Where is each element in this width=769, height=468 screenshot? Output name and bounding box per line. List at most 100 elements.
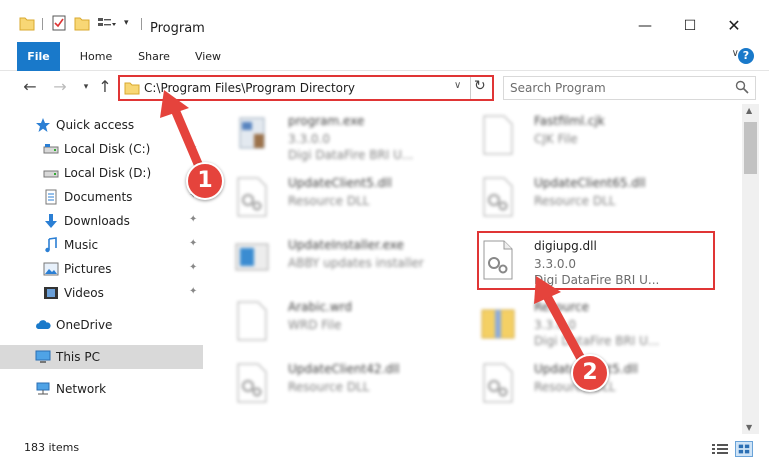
new-folder-icon[interactable] — [74, 14, 90, 32]
sidebar-item-local-disk-c[interactable]: Local Disk (C:) ✦ — [0, 137, 203, 161]
sidebar-item-documents[interactable]: Documents ✦ — [0, 185, 203, 209]
pin-icon[interactable]: ✦ — [189, 262, 197, 273]
sidebar-item-pictures[interactable]: Pictures ✦ — [0, 257, 203, 281]
file-item[interactable]: program.exe 3.3.0.0 Digi DataFire BRI U.… — [232, 106, 462, 164]
dll-icon — [237, 363, 267, 403]
file-name: Fastfilml.cjk — [534, 114, 605, 128]
minimize-button[interactable]: — — [635, 16, 655, 36]
file-name: UpdateClient65.dll — [534, 176, 646, 190]
scroll-up-icon[interactable]: ▲ — [746, 106, 752, 115]
refresh-icon[interactable]: ↻ — [474, 78, 486, 94]
cloud-icon — [36, 320, 51, 329]
sidebar-item-label: Downloads — [64, 214, 130, 228]
title-bar: ▾ Program — ☐ ✕ — [0, 0, 769, 40]
installer-icon — [235, 243, 269, 271]
file-item[interactable]: UpdateClient5.dll Resource DLL — [232, 168, 462, 226]
sidebar-item-label: Quick access — [56, 118, 135, 132]
recent-locations-icon[interactable]: ▾ — [76, 77, 96, 97]
address-bar[interactable]: C:\Program Files\Program Directory ∨ ↻ — [118, 75, 494, 101]
archive-icon — [481, 309, 515, 339]
folder-icon — [124, 82, 140, 95]
sidebar-item-label: Music — [64, 238, 99, 252]
file-item[interactable]: UpdateClient65.dll Resource DLL — [478, 168, 708, 226]
pin-icon[interactable]: ✦ — [189, 238, 197, 249]
file-item[interactable]: Fastfilml.cjk CJK File — [478, 106, 708, 164]
window-title: Program — [150, 21, 205, 36]
sidebar-item-videos[interactable]: Videos ✦ — [0, 281, 203, 305]
file-name: Resource — [534, 300, 590, 314]
file-item[interactable]: UpdateClient42.dll Resource DLL — [232, 354, 462, 412]
up-button[interactable]: ↑ — [95, 77, 115, 97]
address-path[interactable]: C:\Program Files\Program Directory — [144, 81, 355, 95]
step-badge-1: 1 — [186, 162, 224, 200]
file-detail: WRD File — [288, 318, 342, 332]
folder-icon[interactable] — [19, 14, 35, 32]
file-name: Arabic.wrd — [288, 300, 353, 314]
file-item[interactable]: Arabic.wrd WRD File — [232, 292, 462, 350]
file-detail: Resource DLL — [288, 194, 370, 208]
details-view-icon[interactable] — [711, 442, 729, 456]
address-dropdown-icon[interactable]: ∨ — [454, 80, 461, 91]
highlight-box — [477, 231, 715, 290]
forward-button[interactable]: → — [50, 77, 70, 97]
quick-access-dropdown-icon[interactable]: ▾ — [124, 18, 134, 36]
computer-icon — [35, 350, 51, 363]
tab-view[interactable]: View — [188, 42, 228, 71]
item-count: 183 items — [24, 441, 80, 454]
file-detail: CJK File — [534, 132, 578, 146]
file-detail: Resource DLL — [288, 380, 370, 394]
scroll-down-icon[interactable]: ▼ — [746, 423, 752, 432]
file-detail: Resource DLL — [534, 194, 616, 208]
sidebar-item-label: Videos — [64, 286, 104, 300]
music-icon — [45, 237, 57, 253]
dll-icon — [483, 177, 513, 217]
maximize-button[interactable]: ☐ — [680, 16, 700, 36]
drive-icon — [43, 170, 59, 178]
file-detail: 3.3.0.0 — [288, 132, 330, 146]
sidebar-item-label: Local Disk (D:) — [64, 166, 152, 180]
pin-icon[interactable]: ✦ — [189, 286, 197, 297]
drive-icon — [43, 144, 59, 154]
step-badge-2: 2 — [571, 354, 609, 392]
search-box[interactable] — [503, 76, 756, 100]
toolbar-separator — [42, 18, 43, 30]
videos-icon — [44, 287, 58, 299]
tab-share[interactable]: Share — [132, 42, 176, 71]
sidebar-item-quick-access[interactable]: Quick access — [0, 113, 203, 137]
sidebar-item-this-pc[interactable]: This PC — [0, 345, 203, 369]
sidebar-item-music[interactable]: Music ✦ — [0, 233, 203, 257]
tiles-view-icon[interactable] — [735, 441, 753, 457]
close-button[interactable]: ✕ — [724, 16, 744, 36]
sidebar-item-onedrive[interactable]: OneDrive — [0, 313, 203, 337]
file-item[interactable]: UpdateInstaller.exe ABBY updates install… — [232, 230, 462, 288]
vertical-scrollbar[interactable]: ▲ ▼ — [742, 104, 759, 434]
dll-icon — [237, 177, 267, 217]
file-name: UpdateClient42.dll — [288, 362, 400, 376]
search-input[interactable] — [510, 80, 730, 96]
tab-file[interactable]: File — [17, 42, 60, 71]
back-button[interactable]: ← — [20, 77, 40, 97]
scroll-thumb[interactable] — [744, 122, 757, 174]
file-detail: Digi DataFire BRI U... — [288, 148, 414, 162]
properties-icon[interactable] — [51, 14, 67, 32]
pin-icon[interactable]: ✦ — [189, 142, 197, 153]
sidebar-item-label: OneDrive — [56, 318, 113, 332]
help-icon[interactable]: ? — [738, 48, 754, 64]
search-icon[interactable] — [735, 80, 749, 94]
file-detail: ABBY updates installer — [288, 256, 424, 270]
file-detail: 3.3.0.0 — [534, 318, 576, 332]
tab-home[interactable]: Home — [72, 42, 120, 71]
network-icon — [36, 382, 50, 395]
customize-icon[interactable] — [97, 14, 117, 32]
navigation-pane: Quick access Local Disk (C:) ✦ Local Dis… — [0, 104, 210, 434]
downloads-icon — [45, 214, 57, 228]
file-item[interactable]: Resource 3.3.0.0 Digi DataFire BRI U... — [478, 292, 708, 350]
pin-icon[interactable]: ✦ — [189, 214, 197, 225]
toolbar-separator — [141, 18, 142, 30]
sidebar-item-downloads[interactable]: Downloads ✦ — [0, 209, 203, 233]
sidebar-item-network[interactable]: Network — [0, 377, 203, 401]
navigation-bar: ← → ▾ ↑ C:\Program Files\Program Directo… — [0, 71, 769, 104]
sidebar-item-local-disk-d[interactable]: Local Disk (D:) ✦ — [0, 161, 203, 185]
file-name: program.exe — [288, 114, 365, 128]
sidebar-item-label: Pictures — [64, 262, 112, 276]
